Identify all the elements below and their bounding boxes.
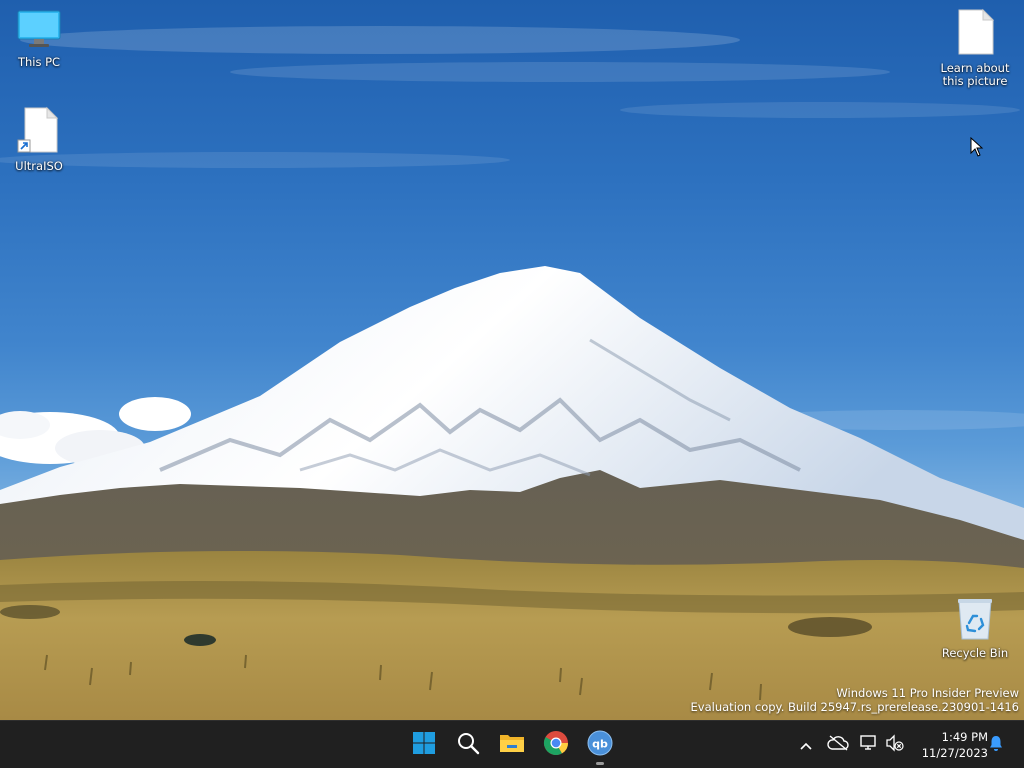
chevron-up-icon bbox=[799, 736, 813, 755]
mouse-cursor-icon bbox=[970, 137, 984, 157]
cloud-offline-icon bbox=[827, 735, 849, 755]
watermark-line-1: Windows 11 Pro Insider Preview bbox=[836, 686, 1019, 700]
network-tray-button[interactable] bbox=[857, 733, 881, 757]
desktop-icon-ultraiso[interactable]: UltraISO bbox=[1, 106, 77, 173]
running-indicator bbox=[596, 762, 604, 765]
notification-bell-icon bbox=[987, 734, 1005, 756]
desktop-icon-label: UltraISO bbox=[15, 159, 63, 173]
desktop-icon-this-pc[interactable]: This PC bbox=[1, 8, 77, 69]
desktop-icon-recycle-bin[interactable]: Recycle Bin bbox=[937, 597, 1013, 660]
volume-muted-icon bbox=[885, 734, 905, 756]
qbittorrent-icon-text: qb bbox=[592, 738, 608, 751]
clock[interactable]: 1:49 PM 11/27/2023 bbox=[912, 729, 988, 761]
desktop-icon-label: This PC bbox=[17, 55, 61, 69]
clock-time: 1:49 PM bbox=[941, 730, 988, 744]
monitor-icon bbox=[1, 8, 77, 53]
search-button[interactable] bbox=[448, 725, 488, 765]
start-button[interactable] bbox=[404, 725, 444, 765]
evaluation-watermark: Windows 11 Pro Insider Preview Evaluatio… bbox=[691, 686, 1019, 714]
desktop-icon-label: Learn about this picture bbox=[940, 61, 1010, 88]
desktop-icon-learn-about-this-picture[interactable]: Learn about this picture bbox=[937, 8, 1013, 88]
windows-logo-icon bbox=[412, 731, 436, 759]
clock-date: 11/27/2023 bbox=[921, 746, 988, 760]
show-hidden-icons-button[interactable] bbox=[794, 733, 818, 757]
folder-icon bbox=[499, 732, 525, 758]
qbittorrent-icon: qb bbox=[587, 730, 613, 760]
file-explorer-button[interactable] bbox=[492, 725, 532, 765]
taskbar: qb 1:49 PM 11/27/2023 bbox=[0, 720, 1024, 768]
chrome-icon bbox=[543, 730, 569, 760]
watermark-line-2: Evaluation copy. Build 25947.rs_prerelea… bbox=[690, 700, 1019, 714]
desktop-icon-label: Recycle Bin bbox=[941, 646, 1009, 660]
wallpaper bbox=[0, 26, 1024, 720]
chrome-button[interactable] bbox=[536, 725, 576, 765]
qbittorrent-button[interactable]: qb bbox=[580, 725, 620, 765]
notification-button[interactable] bbox=[984, 733, 1008, 757]
file-shortcut-icon bbox=[1, 106, 77, 157]
onedrive-tray-button[interactable] bbox=[826, 733, 850, 757]
search-icon bbox=[456, 731, 480, 759]
desktop[interactable]: This PC UltraISO Learn about this pictur… bbox=[0, 0, 1024, 720]
network-icon bbox=[859, 734, 879, 756]
recycle-bin-icon bbox=[937, 597, 1013, 644]
volume-tray-button[interactable] bbox=[883, 733, 907, 757]
file-icon bbox=[937, 8, 1013, 59]
